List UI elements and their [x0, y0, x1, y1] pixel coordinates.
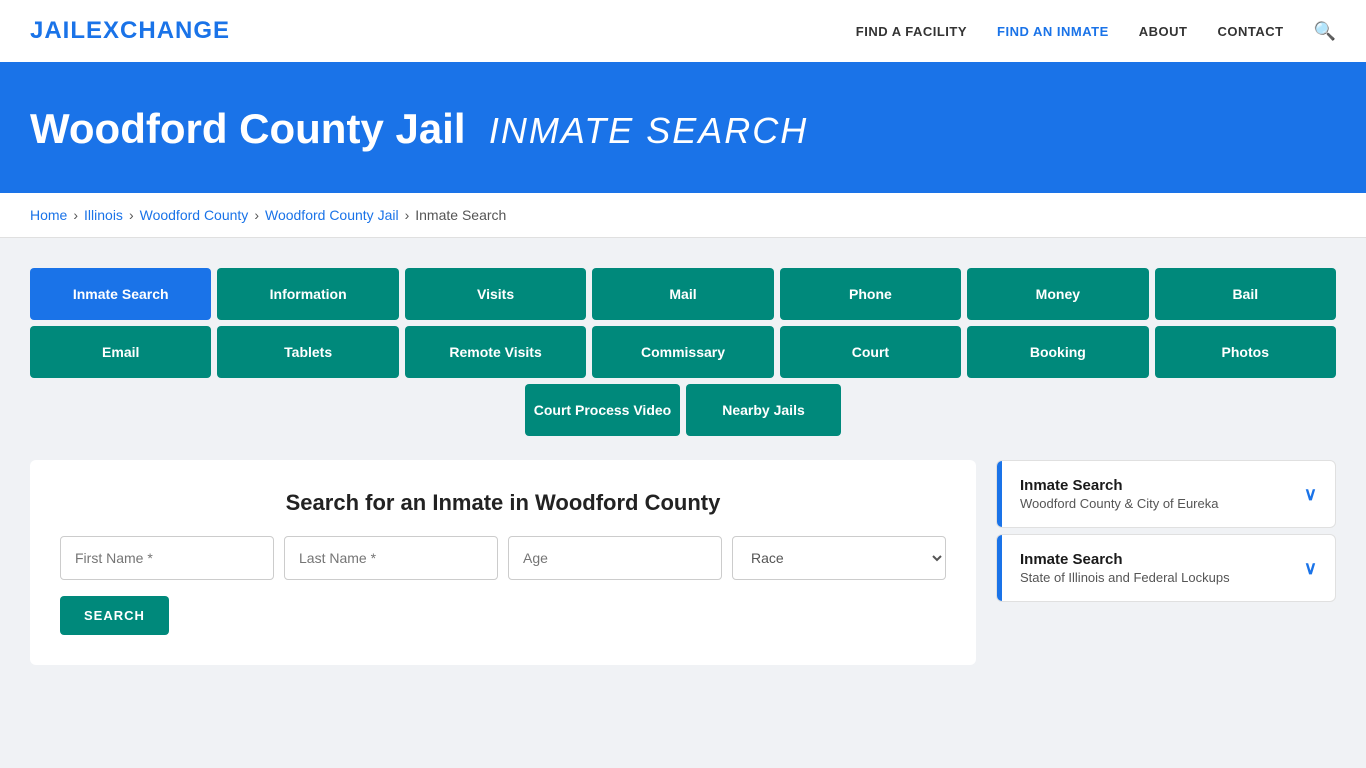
breadcrumb-woodford-jail[interactable]: Woodford County Jail: [265, 207, 399, 223]
hero-section: Woodford County Jail INMATE SEARCH: [0, 65, 1366, 193]
sidebar-card-woodford-title: Inmate Search: [1020, 477, 1218, 494]
age-input[interactable]: [508, 536, 722, 580]
sidebar-card-illinois-title: Inmate Search: [1020, 551, 1230, 568]
logo-exchange: EXCHANGE: [86, 17, 230, 44]
tab-nearby-jails[interactable]: Nearby Jails: [686, 384, 841, 436]
logo-jail: JAIL: [30, 17, 86, 44]
main-content: Inmate Search Information Visits Mail Ph…: [0, 238, 1366, 695]
sidebar-card-woodford: Inmate Search Woodford County & City of …: [996, 460, 1336, 528]
breadcrumb-sep-2: ›: [129, 207, 134, 223]
breadcrumb-woodford-county[interactable]: Woodford County: [140, 207, 249, 223]
search-form-box: Search for an Inmate in Woodford County …: [30, 460, 976, 665]
nav-contact[interactable]: CONTACT: [1217, 24, 1283, 39]
tab-money[interactable]: Money: [967, 268, 1148, 320]
race-select[interactable]: Race White Black Hispanic Asian Other: [732, 536, 946, 580]
nav-find-inmate[interactable]: FIND AN INMATE: [997, 24, 1109, 39]
name-row: Race White Black Hispanic Asian Other: [60, 536, 946, 580]
last-name-input[interactable]: [284, 536, 498, 580]
nav-find-facility[interactable]: FIND A FACILITY: [856, 24, 967, 39]
breadcrumb-sep-1: ›: [73, 207, 78, 223]
tab-email[interactable]: Email: [30, 326, 211, 378]
tabs-row1: Inmate Search Information Visits Mail Ph…: [30, 268, 1336, 320]
search-button[interactable]: SEARCH: [60, 596, 169, 635]
tab-visits[interactable]: Visits: [405, 268, 586, 320]
tabs-row3: Court Process Video Nearby Jails: [30, 384, 1336, 436]
sidebar-card-illinois-header[interactable]: Inmate Search State of Illinois and Fede…: [997, 535, 1335, 601]
sidebar-card-illinois-text: Inmate Search State of Illinois and Fede…: [1020, 551, 1230, 585]
tab-booking[interactable]: Booking: [967, 326, 1148, 378]
tab-commissary[interactable]: Commissary: [592, 326, 773, 378]
content-area: Search for an Inmate in Woodford County …: [30, 460, 1336, 665]
breadcrumb-current: Inmate Search: [415, 207, 506, 223]
sidebar-card-illinois: Inmate Search State of Illinois and Fede…: [996, 534, 1336, 602]
chevron-down-icon: ∨: [1304, 484, 1317, 505]
page-title-italic: INMATE SEARCH: [489, 110, 808, 151]
breadcrumb-sep-4: ›: [405, 207, 410, 223]
tab-inmate-search[interactable]: Inmate Search: [30, 268, 211, 320]
sidebar-card-woodford-text: Inmate Search Woodford County & City of …: [1020, 477, 1218, 511]
tab-phone[interactable]: Phone: [780, 268, 961, 320]
tab-mail[interactable]: Mail: [592, 268, 773, 320]
breadcrumb-sep-3: ›: [254, 207, 259, 223]
navigation: JAILEXCHANGE FIND A FACILITY FIND AN INM…: [0, 0, 1366, 65]
tab-bail[interactable]: Bail: [1155, 268, 1336, 320]
sidebar: Inmate Search Woodford County & City of …: [996, 460, 1336, 608]
site-logo[interactable]: JAILEXCHANGE: [30, 17, 230, 45]
sidebar-card-illinois-sub: State of Illinois and Federal Lockups: [1020, 570, 1230, 585]
first-name-input[interactable]: [60, 536, 274, 580]
breadcrumb-illinois[interactable]: Illinois: [84, 207, 123, 223]
tabs-row2: Email Tablets Remote Visits Commissary C…: [30, 326, 1336, 378]
search-form-title: Search for an Inmate in Woodford County: [60, 490, 946, 516]
tab-court-process-video[interactable]: Court Process Video: [525, 384, 680, 436]
tab-remote-visits[interactable]: Remote Visits: [405, 326, 586, 378]
tab-photos[interactable]: Photos: [1155, 326, 1336, 378]
chevron-down-icon-2: ∨: [1304, 558, 1317, 579]
tab-information[interactable]: Information: [217, 268, 398, 320]
sidebar-card-woodford-sub: Woodford County & City of Eureka: [1020, 496, 1218, 511]
sidebar-card-woodford-header[interactable]: Inmate Search Woodford County & City of …: [997, 461, 1335, 527]
tab-court[interactable]: Court: [780, 326, 961, 378]
breadcrumb: Home › Illinois › Woodford County › Wood…: [0, 193, 1366, 238]
page-title: Woodford County Jail INMATE SEARCH: [30, 105, 1336, 153]
page-title-main: Woodford County Jail: [30, 105, 466, 152]
nav-about[interactable]: ABOUT: [1139, 24, 1188, 39]
nav-links: FIND A FACILITY FIND AN INMATE ABOUT CON…: [856, 21, 1336, 42]
tab-tablets[interactable]: Tablets: [217, 326, 398, 378]
search-icon[interactable]: 🔍: [1314, 21, 1336, 42]
breadcrumb-home[interactable]: Home: [30, 207, 67, 223]
